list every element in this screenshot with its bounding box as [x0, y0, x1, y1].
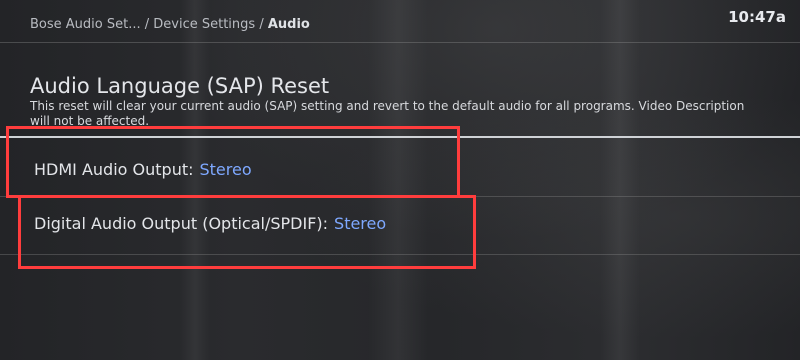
clock: 10:47a [728, 8, 786, 26]
sap-reset-description: This reset will clear your current audio… [30, 99, 745, 128]
breadcrumb: Bose Audio Set... / Device Settings / Au… [30, 17, 310, 32]
highlight-box-hdmi [6, 126, 460, 198]
highlight-box-digital [18, 195, 476, 269]
breadcrumb-separator: / [140, 17, 154, 32]
tv-screen: Bose Audio Set... / Device Settings / Au… [0, 0, 800, 360]
sap-reset-title: Audio Language (SAP) Reset [30, 74, 330, 98]
breadcrumb-separator: / [255, 17, 268, 32]
header-divider [0, 42, 800, 43]
breadcrumb-item-bose-audio[interactable]: Bose Audio Set... [30, 17, 141, 32]
top-bar: Bose Audio Set... / Device Settings / Au… [0, 0, 800, 42]
breadcrumb-item-device-settings[interactable]: Device Settings [153, 17, 255, 32]
breadcrumb-item-audio: Audio [267, 17, 310, 32]
